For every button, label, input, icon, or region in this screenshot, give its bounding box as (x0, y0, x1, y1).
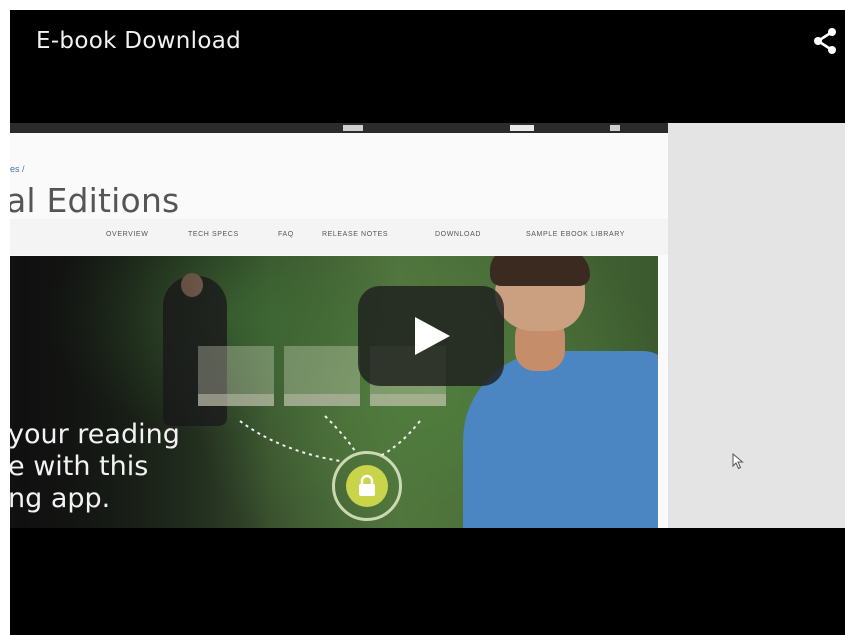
subnav-overview: OVERVIEW (106, 231, 149, 238)
hero-banner: your reading e with this ng app. (10, 256, 658, 528)
play-button[interactable] (358, 286, 504, 386)
subnav-faq: FAQ (278, 231, 294, 238)
hero-tagline: your reading e with this ng app. (10, 419, 180, 514)
product-subnav: OVERVIEW TECH SPECS FAQ RELEASE NOTES DO… (10, 219, 668, 255)
video-bottom-bar (10, 528, 845, 635)
subnav-download: DOWNLOAD (435, 231, 482, 238)
title-bar: E-book Download (10, 10, 845, 123)
subnav-sample-ebook-library: SAMPLE EBOOK LIBRARY (526, 231, 626, 238)
breadcrumb: es / (10, 164, 25, 174)
video-player[interactable]: E-book Download es / al Editions OVERVIE… (10, 10, 845, 635)
site-header-strip (10, 123, 668, 133)
video-frame[interactable]: es / al Editions OVERVIEW TECH SPECS FAQ… (10, 123, 845, 528)
video-title[interactable]: E-book Download (36, 28, 241, 54)
subnav-tech-specs: TECH SPECS (188, 231, 239, 238)
mouse-pointer-icon (732, 452, 744, 475)
subnav-release-notes: RELEASE NOTES (322, 231, 389, 238)
play-icon (415, 317, 450, 355)
lock-icon (356, 474, 378, 503)
product-title: al Editions (10, 181, 180, 220)
blank-side-panel (668, 123, 845, 528)
share-icon[interactable] (810, 26, 840, 56)
website-screenshot: es / al Editions OVERVIEW TECH SPECS FAQ… (10, 133, 668, 528)
